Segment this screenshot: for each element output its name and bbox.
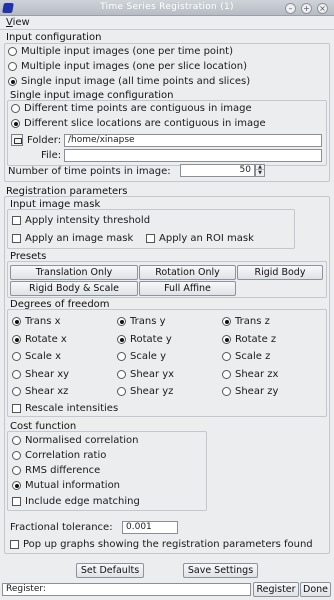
preset-rigid-body-button[interactable]: Rigid Body bbox=[237, 265, 323, 280]
checkbox[interactable] bbox=[12, 216, 21, 225]
minimize-icon[interactable]: – bbox=[285, 3, 296, 14]
dof-shear-xz[interactable]: Shear xz bbox=[12, 386, 68, 397]
single-option-slice-contiguous[interactable]: Different slice locations are contiguous… bbox=[11, 118, 266, 129]
radio-button[interactable] bbox=[117, 370, 126, 379]
menu-bar: View bbox=[0, 16, 334, 30]
cost-normalised-correlation[interactable]: Normalised correlation bbox=[12, 435, 139, 446]
rescale-intensities-checkbox[interactable]: Rescale intensities bbox=[12, 403, 118, 414]
close-icon[interactable]: × bbox=[317, 3, 328, 14]
single-option-time-contiguous[interactable]: Different time points are contiguous in … bbox=[11, 103, 252, 114]
dof-rotate-z[interactable]: Rotate z bbox=[222, 334, 276, 345]
input-option-per-slice[interactable]: Multiple input images (one per slice loc… bbox=[8, 61, 247, 72]
radio-button[interactable] bbox=[222, 317, 231, 326]
dof-scale-x[interactable]: Scale x bbox=[12, 351, 61, 362]
apply-threshold-checkbox[interactable]: Apply intensity threshold bbox=[12, 215, 150, 226]
dof-shear-yx[interactable]: Shear yx bbox=[117, 369, 174, 380]
radio-button[interactable] bbox=[12, 451, 21, 460]
apply-roi-mask-checkbox[interactable]: Apply an ROI mask bbox=[146, 233, 254, 244]
menu-view[interactable]: View bbox=[6, 17, 30, 28]
radio-button[interactable] bbox=[8, 47, 17, 56]
dof-trans-y[interactable]: Trans y bbox=[117, 316, 166, 327]
dof-scale-z[interactable]: Scale z bbox=[222, 351, 270, 362]
popup-graphs-checkbox[interactable]: Pop up graphs showing the registration p… bbox=[10, 539, 313, 550]
folder-icon[interactable] bbox=[11, 134, 23, 146]
save-settings-button[interactable]: Save Settings bbox=[183, 563, 258, 578]
preset-full-affine-button[interactable]: Full Affine bbox=[139, 281, 236, 296]
checkbox[interactable] bbox=[12, 497, 21, 506]
checkbox[interactable] bbox=[12, 404, 21, 413]
radio-button[interactable] bbox=[12, 481, 21, 490]
dof-shear-zy[interactable]: Shear zy bbox=[222, 386, 278, 397]
folder-field[interactable]: /home/xinapse bbox=[64, 134, 322, 147]
radio-button[interactable] bbox=[222, 352, 231, 361]
radio-button[interactable] bbox=[222, 335, 231, 344]
window-title: Time Series Registration (1) bbox=[100, 2, 234, 12]
dof-shear-yz[interactable]: Shear yz bbox=[117, 386, 173, 397]
set-defaults-button[interactable]: Set Defaults bbox=[76, 563, 144, 578]
preset-rigid-body-scale-button[interactable]: Rigid Body & Scale bbox=[10, 281, 138, 296]
dof-rotate-x[interactable]: Rotate x bbox=[12, 334, 67, 345]
radio-button[interactable] bbox=[117, 387, 126, 396]
radio-button[interactable] bbox=[117, 317, 126, 326]
title-bar: Time Series Registration (1) – + × bbox=[0, 0, 334, 16]
checkbox[interactable] bbox=[146, 234, 155, 243]
tolerance-field[interactable]: 0.001 bbox=[122, 521, 178, 534]
checkbox[interactable] bbox=[12, 234, 21, 243]
radio-button[interactable] bbox=[11, 119, 20, 128]
folder-label: Folder: bbox=[27, 135, 62, 146]
radio-button[interactable] bbox=[8, 77, 17, 86]
radio-button[interactable] bbox=[11, 104, 20, 113]
time-points-field[interactable]: 50 bbox=[180, 164, 255, 177]
cost-rms-difference[interactable]: RMS difference bbox=[12, 465, 100, 476]
maximize-icon[interactable]: + bbox=[301, 3, 312, 14]
radio-button[interactable] bbox=[222, 370, 231, 379]
apply-image-mask-checkbox[interactable]: Apply an image mask bbox=[12, 233, 133, 244]
status-field: Register: bbox=[2, 583, 251, 596]
radio-button[interactable] bbox=[12, 370, 21, 379]
radio-button[interactable] bbox=[12, 352, 21, 361]
radio-button[interactable] bbox=[8, 62, 17, 71]
include-edge-matching-checkbox[interactable]: Include edge matching bbox=[12, 496, 140, 507]
preset-rotation-button[interactable]: Rotation Only bbox=[139, 265, 236, 280]
radio-button[interactable] bbox=[222, 387, 231, 396]
input-option-per-time-point[interactable]: Multiple input images (one per time poin… bbox=[8, 46, 233, 57]
dof-trans-z[interactable]: Trans z bbox=[222, 316, 270, 327]
tolerance-label: Fractional tolerance: bbox=[10, 522, 113, 533]
done-button[interactable]: Done bbox=[300, 582, 331, 597]
radio-button[interactable] bbox=[117, 352, 126, 361]
input-config-label: Input configuration bbox=[6, 32, 102, 43]
radio-button[interactable] bbox=[117, 335, 126, 344]
file-field[interactable] bbox=[64, 149, 322, 162]
radio-button[interactable] bbox=[12, 335, 21, 344]
cost-mutual-information[interactable]: Mutual information bbox=[12, 480, 120, 491]
input-option-single[interactable]: Single input image (all time points and … bbox=[8, 76, 250, 87]
radio-button[interactable] bbox=[12, 436, 21, 445]
stepper-down-icon[interactable]: ▼ bbox=[256, 171, 264, 176]
dof-shear-xy[interactable]: Shear xy bbox=[12, 369, 69, 380]
time-points-label: Number of time points in image: bbox=[8, 166, 171, 177]
dof-trans-x[interactable]: Trans x bbox=[12, 316, 61, 327]
radio-button[interactable] bbox=[12, 387, 21, 396]
dof-rotate-y[interactable]: Rotate y bbox=[117, 334, 172, 345]
radio-button[interactable] bbox=[12, 466, 21, 475]
dof-scale-y[interactable]: Scale y bbox=[117, 351, 166, 362]
radio-button[interactable] bbox=[12, 317, 21, 326]
time-points-stepper[interactable]: ▲ ▼ bbox=[255, 164, 265, 177]
preset-translation-button[interactable]: Translation Only bbox=[10, 265, 138, 280]
dof-shear-zx[interactable]: Shear zx bbox=[222, 369, 278, 380]
register-button[interactable]: Register bbox=[253, 582, 299, 597]
status-label: Register: bbox=[6, 584, 46, 594]
cost-correlation-ratio[interactable]: Correlation ratio bbox=[12, 450, 106, 461]
checkbox[interactable] bbox=[10, 540, 19, 549]
file-label: File: bbox=[41, 150, 62, 161]
